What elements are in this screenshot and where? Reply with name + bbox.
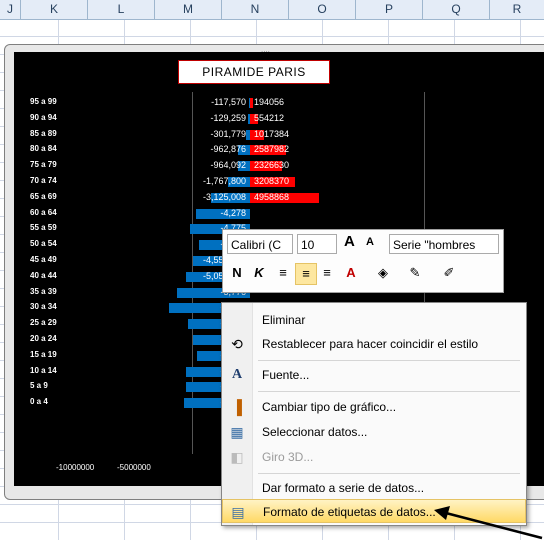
bar-mujeres[interactable]: [250, 98, 253, 108]
font-size-select[interactable]: 10: [297, 234, 337, 254]
font-icon: A: [231, 367, 243, 382]
y-tick-label: 15 a 19: [30, 349, 57, 359]
y-tick-label: 60 a 64: [30, 207, 57, 217]
format-painter-icon[interactable]: ✐: [439, 263, 459, 283]
col-header-n[interactable]: N: [222, 0, 289, 19]
y-tick-label: 50 a 54: [30, 239, 57, 249]
menu-item-label: Seleccionar datos...: [262, 425, 368, 439]
format-labels-icon: ▤: [231, 504, 245, 520]
y-tick-label: 0 a 4: [30, 397, 48, 407]
menu-separator: [258, 360, 520, 361]
menu-item-label: Eliminar: [262, 313, 306, 327]
col-header-j[interactable]: J: [0, 0, 21, 19]
col-header-k[interactable]: K: [21, 0, 88, 19]
menu-separator: [258, 473, 520, 474]
font-name-select[interactable]: Calibri (C: [227, 234, 293, 254]
data-label-hombres[interactable]: -3,125,008: [188, 192, 246, 202]
y-tick-label: 30 a 34: [30, 302, 57, 312]
col-header-p[interactable]: P: [356, 0, 423, 19]
select-data-icon: ▦: [230, 424, 244, 440]
menu-item-seleccionar-datos[interactable]: ▦ Seleccionar datos...: [222, 420, 526, 444]
menu-item-fuente[interactable]: A Fuente...: [222, 363, 526, 387]
menu-item-label: Dar formato a serie de datos...: [262, 481, 425, 495]
menu-item-giro-3d: ◧ Giro 3D...: [222, 445, 526, 469]
chart-type-icon: ▐: [232, 399, 242, 415]
rotate-3d-icon: ◧: [230, 449, 244, 465]
data-label-hombres[interactable]: -4,278: [188, 208, 246, 218]
menu-item-label: Giro 3D...: [262, 450, 314, 464]
data-label-hombres[interactable]: -129,259: [188, 113, 246, 123]
y-tick-label: 95 a 99: [30, 97, 57, 106]
menu-item-formato-serie[interactable]: Dar formato a serie de datos...: [222, 476, 526, 500]
menu-item-label: Cambiar tipo de gráfico...: [262, 400, 397, 414]
chart-title[interactable]: PIRAMIDE PARIS: [178, 60, 330, 84]
data-label-hombres[interactable]: -301,779: [188, 129, 246, 139]
data-label-hombres[interactable]: -962,876: [188, 144, 246, 154]
data-label-mujeres[interactable]: 194056: [254, 97, 284, 107]
font-color-icon[interactable]: A: [341, 263, 361, 283]
col-header-q[interactable]: Q: [423, 0, 490, 19]
y-tick-label: 90 a 94: [30, 112, 57, 122]
context-menu: Eliminar ⟲ Restablecer para hacer coinci…: [221, 302, 527, 526]
y-tick-label: 20 a 24: [30, 334, 57, 343]
menu-item-label: Restablecer para hacer coincidir el esti…: [262, 337, 479, 351]
italic-button[interactable]: K: [249, 263, 269, 283]
outline-color-icon[interactable]: ✎: [405, 263, 425, 283]
data-label-hombres[interactable]: -1,767,800: [188, 176, 246, 186]
series-select[interactable]: Serie "hombres: [389, 234, 499, 254]
y-tick-label: 80 a 84: [30, 144, 57, 154]
col-header-l[interactable]: L: [88, 0, 155, 19]
y-tick-label: 35 a 39: [30, 286, 57, 296]
menu-item-eliminar[interactable]: Eliminar: [222, 308, 526, 332]
y-tick-label: 85 a 89: [30, 128, 57, 138]
menu-item-cambiar-tipo[interactable]: ▐ Cambiar tipo de gráfico...: [222, 395, 526, 419]
y-tick-label: 10 a 14: [30, 365, 57, 375]
y-tick-label: 25 a 29: [30, 318, 57, 328]
data-label-hombres[interactable]: -117,570: [188, 97, 246, 107]
menu-item-label: Formato de etiquetas de datos...: [263, 505, 436, 519]
col-header-r[interactable]: R: [490, 0, 544, 19]
y-tick-label: 5 a 9: [30, 381, 48, 391]
x-tick-label: -5000000: [117, 463, 151, 472]
align-left-icon[interactable]: ≡: [273, 263, 293, 283]
col-header-o[interactable]: O: [289, 0, 356, 19]
menu-item-label: Fuente...: [262, 368, 310, 382]
fill-color-icon[interactable]: ◈: [373, 263, 393, 283]
y-tick-label: 70 a 74: [30, 176, 57, 185]
mini-toolbar: Calibri (C 10 A A Serie "hombres N K ≡ ≡…: [222, 229, 504, 293]
y-tick-label: 75 a 79: [30, 160, 57, 170]
y-tick-label: 65 a 69: [30, 191, 57, 201]
data-label-mujeres[interactable]: 1017384: [254, 129, 289, 139]
menu-separator: [258, 391, 520, 392]
data-label-mujeres[interactable]: 3208370: [254, 176, 289, 186]
x-tick-label: -10000000: [56, 463, 95, 472]
align-right-icon[interactable]: ≡: [317, 263, 337, 283]
shrink-font-button[interactable]: A: [366, 236, 374, 248]
grow-font-button[interactable]: A: [344, 233, 355, 250]
data-label-mujeres[interactable]: 2326630: [254, 160, 289, 170]
menu-item-restablecer[interactable]: ⟲ Restablecer para hacer coincidir el es…: [222, 332, 526, 356]
y-tick-label: 40 a 44: [30, 270, 57, 280]
reset-style-icon: ⟲: [231, 336, 243, 352]
data-label-hombres[interactable]: -964,092: [188, 160, 246, 170]
data-label-mujeres[interactable]: 2587982: [254, 144, 289, 154]
col-header-m[interactable]: M: [155, 0, 222, 19]
align-center-icon[interactable]: ≡: [295, 263, 317, 285]
column-header-row: J K L M N O P Q R: [0, 0, 544, 20]
y-tick-label: 45 a 49: [30, 255, 57, 264]
bold-button[interactable]: N: [227, 263, 247, 283]
data-label-mujeres[interactable]: 4958868: [254, 192, 289, 202]
y-tick-label: 55 a 59: [30, 223, 57, 233]
annotation-arrow-icon: [434, 506, 543, 540]
data-label-mujeres[interactable]: 554212: [254, 113, 284, 123]
